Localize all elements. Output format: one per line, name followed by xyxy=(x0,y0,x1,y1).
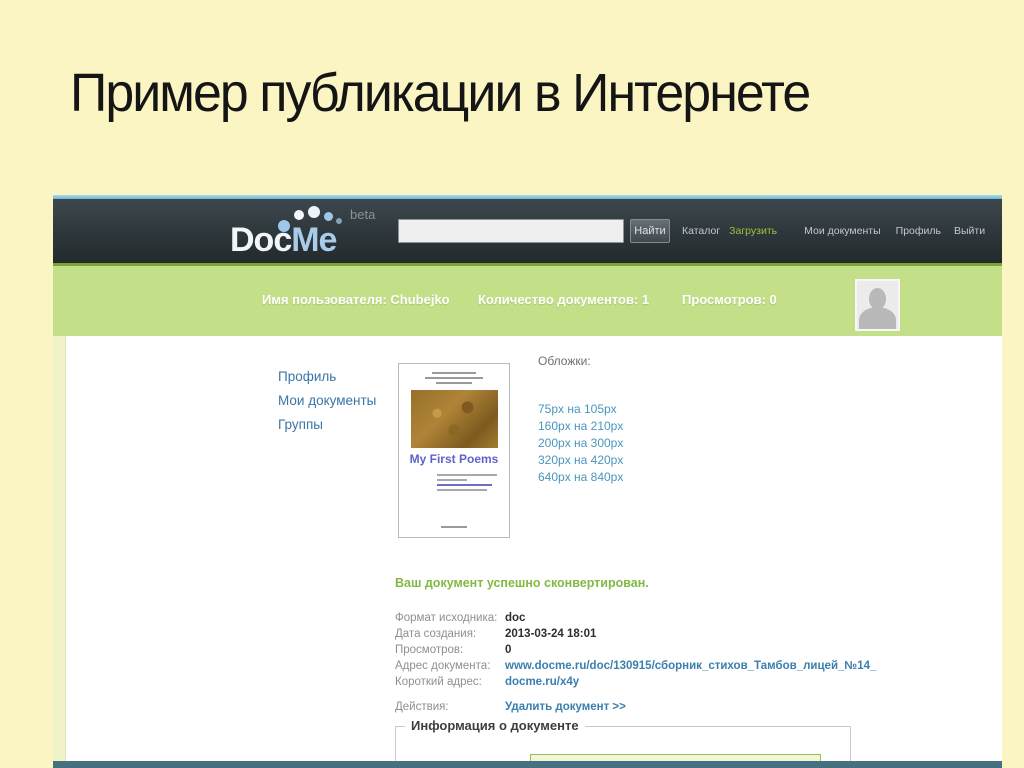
actions-label: Действия: xyxy=(395,701,449,713)
delete-document-link[interactable]: Удалить документ >> xyxy=(505,701,626,713)
docme-logo[interactable]: beta DocMe xyxy=(230,205,380,261)
document-url-link[interactable]: www.docme.ru/doc/130915/сборник_стихов_Т… xyxy=(505,660,876,672)
site-header: beta DocMe Найти Каталог Загрузить Мои д… xyxy=(53,199,1002,263)
detail-label: Просмотров: xyxy=(395,644,464,656)
document-thumbnail[interactable]: My First Poems xyxy=(398,363,510,538)
slide-title: Пример публикации в Интернете xyxy=(70,63,811,123)
detail-value: 0 xyxy=(505,644,512,656)
cover-size-link-640[interactable]: 640px на 840px xyxy=(538,469,623,486)
cover-size-link-75[interactable]: 75px на 105px xyxy=(538,401,623,418)
header-nav: Каталог Загрузить Мои документы Профиль … xyxy=(682,199,985,263)
beta-badge: beta xyxy=(350,207,376,222)
bottom-edge-line xyxy=(53,761,1002,768)
detail-row: Просмотров: 0 xyxy=(395,642,876,658)
nav-link-profile[interactable]: Профиль xyxy=(896,225,941,237)
sidebar: Профиль Мои документы Группы xyxy=(278,365,376,437)
cover-size-link-160[interactable]: 160px на 210px xyxy=(538,418,623,435)
cover-size-link-200[interactable]: 200px на 300px xyxy=(538,435,623,452)
detail-row: Формат исходника: doc xyxy=(395,610,876,626)
cover-size-links: 75px на 105px 160px на 210px 200px на 30… xyxy=(538,401,623,486)
views-count-text: Просмотров: 0 xyxy=(682,292,777,307)
detail-label: Короткий адрес: xyxy=(395,676,482,688)
nav-link-mydocs[interactable]: Мои документы xyxy=(804,225,881,237)
nav-link-logout[interactable]: Выйти xyxy=(954,225,985,237)
detail-label: Формат исходника: xyxy=(395,612,498,624)
sidebar-link-mydocs[interactable]: Мои документы xyxy=(278,389,376,413)
detail-label: Дата создания: xyxy=(395,628,477,640)
person-icon xyxy=(869,288,886,309)
slide: Пример публикации в Интернете beta DocMe… xyxy=(0,0,1024,768)
actions-row: Действия: Удалить документ >> xyxy=(395,701,626,713)
username-text: Имя пользователя: Chubejko xyxy=(262,292,450,307)
search-button[interactable]: Найти xyxy=(630,219,670,243)
short-url-link[interactable]: docme.ru/x4y xyxy=(505,676,579,688)
detail-value: 2013-03-24 18:01 xyxy=(505,628,597,640)
sidebar-link-groups[interactable]: Группы xyxy=(278,413,376,437)
nav-link-upload[interactable]: Загрузить xyxy=(729,225,777,237)
avatar xyxy=(855,279,900,331)
success-message: Ваш документ успешно сконвертирован. xyxy=(395,576,649,590)
detail-row: Короткий адрес: docme.ru/x4y xyxy=(395,674,876,690)
user-bar: Имя пользователя: Chubejko Количество до… xyxy=(53,266,1002,336)
detail-row: Дата создания: 2013-03-24 18:01 xyxy=(395,626,876,642)
detail-label: Адрес документа: xyxy=(395,660,491,672)
page-left-margin xyxy=(53,336,66,768)
documents-count-text: Количество документов: 1 xyxy=(478,292,650,307)
cover-title: My First Poems xyxy=(409,452,499,466)
logo-text: DocMe xyxy=(230,221,337,259)
nav-link-catalog[interactable]: Каталог xyxy=(682,225,720,237)
search-input[interactable] xyxy=(398,219,624,243)
cover-painting xyxy=(411,390,498,448)
detail-value: doc xyxy=(505,612,526,624)
docme-screenshot: beta DocMe Найти Каталог Загрузить Мои д… xyxy=(53,195,1002,768)
sidebar-link-profile[interactable]: Профиль xyxy=(278,365,376,389)
covers-label: Обложки: xyxy=(538,354,591,368)
detail-row: Адрес документа: www.docme.ru/doc/130915… xyxy=(395,658,876,674)
cover-size-link-320[interactable]: 320px на 420px xyxy=(538,452,623,469)
info-legend: Информация о документе xyxy=(405,718,585,733)
document-details: Формат исходника: doc Дата создания: 201… xyxy=(395,610,876,690)
